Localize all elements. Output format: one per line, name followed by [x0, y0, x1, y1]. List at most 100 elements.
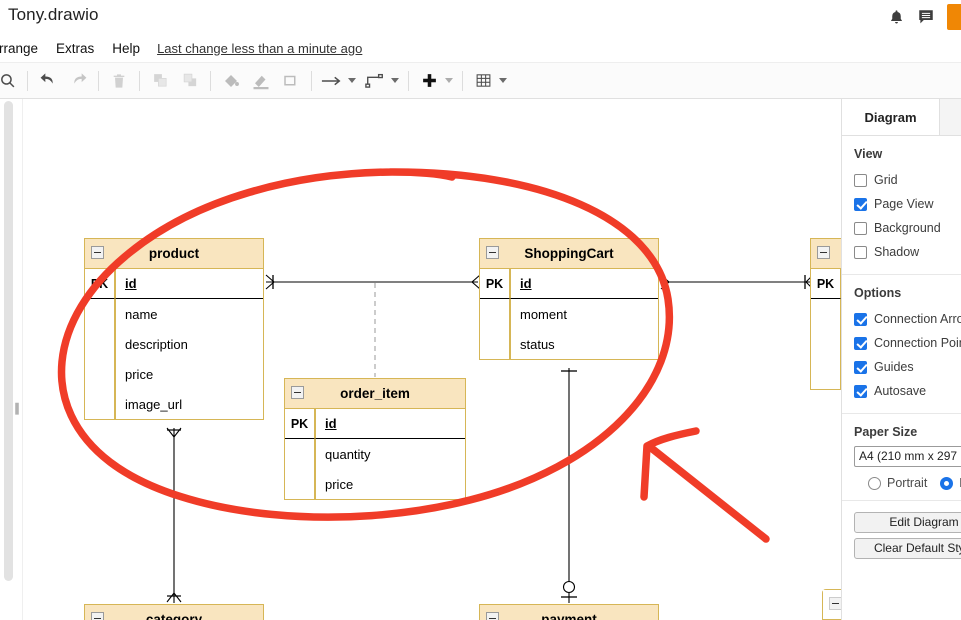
waypoints-icon[interactable] — [362, 68, 388, 94]
table-icon[interactable] — [470, 68, 496, 94]
toolbar-separator — [27, 70, 28, 91]
table-row[interactable]: PK id — [480, 269, 658, 299]
checkbox-shadow[interactable]: Shadow — [854, 240, 951, 264]
table-row[interactable]: moment — [480, 299, 658, 329]
checkbox-label: Page View — [874, 197, 934, 211]
er-table-clipped-top[interactable]: PK — [810, 238, 841, 390]
radio-portrait-icon[interactable] — [868, 476, 881, 490]
checkbox-label: Background — [874, 221, 941, 235]
to-back-icon[interactable] — [177, 68, 203, 94]
checkbox-connection-arrows[interactable]: Connection Arrows — [854, 307, 961, 331]
field-label: id — [125, 276, 137, 291]
field-cell: price — [115, 359, 263, 389]
er-table-order_item[interactable]: order_item PK id quantity price — [284, 378, 466, 500]
last-change-link[interactable]: Last change less than a minute ago — [157, 41, 362, 56]
sidebar-splitter-handle[interactable]: ∥ — [14, 401, 22, 415]
checkbox-grid[interactable]: Grid — [854, 168, 951, 192]
er-table-clipped-bottom[interactable] — [822, 589, 841, 620]
checkbox-guides[interactable]: Guides — [854, 355, 951, 379]
orientation-radios: Portrait Landscape — [854, 476, 961, 490]
checkbox-icon[interactable] — [854, 245, 867, 259]
radio-landscape-icon[interactable] — [940, 476, 954, 490]
table-row — [811, 359, 841, 389]
table-row[interactable]: name — [85, 299, 263, 329]
to-front-icon[interactable] — [147, 68, 173, 94]
field-cell: status — [510, 329, 658, 359]
field-cell: image_url — [115, 389, 263, 419]
menu-extras[interactable]: Extras — [47, 38, 103, 59]
checkbox-connection-points[interactable]: Connection Points — [854, 331, 961, 355]
table-row[interactable]: price — [285, 469, 465, 499]
table-row[interactable]: status — [480, 329, 658, 359]
edit-diagram-button[interactable]: Edit Diagram — [854, 512, 961, 533]
vertical-scrollbar[interactable] — [4, 101, 13, 581]
field-label: name — [125, 306, 158, 322]
er-table-category[interactable]: categoryPKidname — [84, 604, 264, 620]
shadow-icon[interactable] — [278, 68, 304, 94]
pk-cell — [285, 439, 315, 469]
collapse-icon[interactable] — [91, 246, 104, 259]
checkbox-label: Connection Arrows — [874, 312, 961, 326]
pk-cell — [85, 329, 115, 359]
checkbox-icon[interactable] — [854, 221, 867, 235]
checkbox-icon[interactable] — [854, 173, 867, 187]
checkbox-background[interactable]: Background — [854, 216, 951, 240]
tab-diagram[interactable]: Diagram — [842, 99, 939, 135]
checkbox-icon[interactable] — [854, 384, 867, 398]
comment-icon[interactable] — [911, 0, 941, 34]
collapse-icon[interactable] — [486, 612, 499, 620]
collapse-icon[interactable] — [817, 246, 830, 259]
collapse-icon[interactable] — [829, 597, 841, 610]
table-row[interactable]: quantity — [285, 439, 465, 469]
chevron-down-icon[interactable] — [391, 78, 399, 83]
menu-help[interactable]: Help — [103, 38, 149, 59]
checkbox-icon[interactable] — [854, 336, 867, 350]
collapse-icon[interactable] — [91, 612, 104, 620]
checkbox-icon[interactable] — [854, 197, 867, 211]
table-row[interactable]: description — [85, 329, 263, 359]
field-label: moment — [520, 306, 567, 322]
bell-icon[interactable] — [881, 0, 911, 34]
share-button[interactable] — [947, 4, 961, 30]
checkbox-label: Guides — [874, 360, 914, 374]
chevron-down-icon[interactable] — [445, 78, 453, 83]
pk-cell: PK — [480, 269, 510, 299]
table-row[interactable]: image_url — [85, 389, 263, 419]
pk-cell — [811, 299, 841, 329]
checkbox-icon[interactable] — [854, 312, 867, 326]
chevron-down-icon[interactable] — [499, 78, 507, 83]
checkbox-page-view[interactable]: Page View — [854, 192, 951, 216]
table-row[interactable]: price — [85, 359, 263, 389]
checkbox-label: Shadow — [874, 245, 920, 259]
er-table-shoppingcart[interactable]: ShoppingCart PK id moment status — [479, 238, 659, 360]
redo-icon[interactable] — [65, 68, 91, 94]
undo-icon[interactable] — [35, 68, 61, 94]
field-label: image_url — [125, 396, 183, 412]
menu-arrange[interactable]: rrange — [0, 38, 47, 59]
insert-icon[interactable] — [416, 68, 442, 94]
document-title: Tony.drawio — [8, 5, 99, 24]
er-table-title: payment — [541, 612, 597, 620]
er-table-header: ShoppingCart — [480, 239, 658, 269]
fill-color-icon[interactable] — [218, 68, 244, 94]
er-table-payment[interactable]: paymentPKIdmoment — [479, 604, 659, 620]
er-table-product[interactable]: product PK id name description price image_url — [84, 238, 264, 420]
tab-secondary[interactable] — [939, 99, 961, 135]
delete-icon[interactable] — [106, 68, 132, 94]
line-color-icon[interactable] — [248, 68, 274, 94]
paper-size-select[interactable]: A4 (210 mm x 297 mm) — [854, 446, 961, 467]
connection-icon[interactable] — [319, 68, 345, 94]
clear-default-style-button[interactable]: Clear Default Style — [854, 538, 961, 559]
collapse-icon[interactable] — [291, 386, 304, 399]
hand-drawn-red-arrow-head — [640, 427, 700, 501]
chevron-down-icon[interactable] — [348, 78, 356, 83]
canvas-divider — [22, 99, 23, 620]
table-row[interactable]: PK id — [285, 409, 465, 439]
checkbox-autosave[interactable]: Autosave — [854, 379, 951, 403]
field-cell: id — [115, 269, 263, 299]
checkbox-icon[interactable] — [854, 360, 867, 374]
table-row[interactable]: PK id — [85, 269, 263, 299]
zoom-icon[interactable] — [0, 68, 20, 94]
collapse-icon[interactable] — [486, 246, 499, 259]
diagram-canvas[interactable]: ∥ PK product PK id name description pric… — [0, 99, 841, 620]
